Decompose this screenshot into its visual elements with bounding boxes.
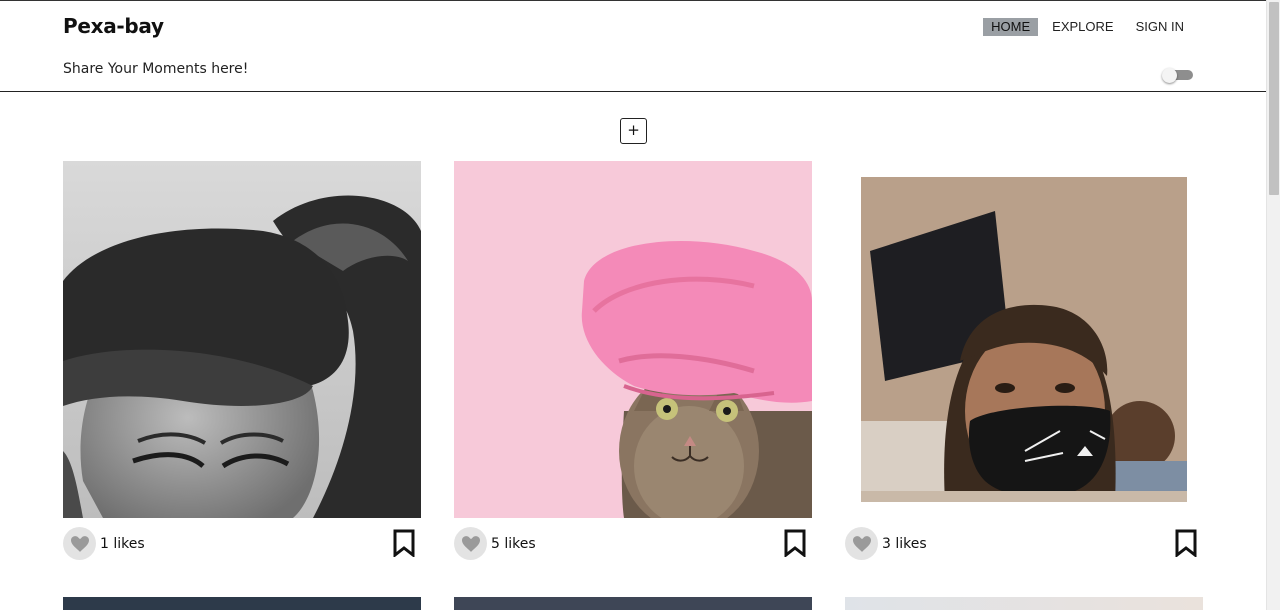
- bookmark-icon[interactable]: [784, 529, 806, 557]
- bookmark-icon[interactable]: [393, 529, 415, 557]
- like-button[interactable]: [63, 527, 96, 560]
- post-image-partial[interactable]: [63, 597, 421, 610]
- scrollbar-thumb[interactable]: [1269, 2, 1279, 195]
- nav-explore-link[interactable]: EXPLORE: [1044, 18, 1121, 36]
- brand-logo[interactable]: Pexa-bay: [63, 14, 164, 38]
- post-image-couple[interactable]: [63, 161, 421, 518]
- post-image-partial[interactable]: [845, 597, 1203, 610]
- like-count: 3 likes: [882, 536, 927, 552]
- like-count: 5 likes: [491, 536, 536, 552]
- site-header: Pexa-bay Share Your Moments here! HOME E…: [0, 0, 1266, 92]
- heart-icon: [70, 535, 89, 552]
- vertical-scrollbar[interactable]: [1266, 0, 1280, 610]
- like-button[interactable]: [845, 527, 878, 560]
- main-nav: HOME EXPLORE SIGN IN: [977, 18, 1192, 36]
- post-image-partial[interactable]: [454, 597, 812, 610]
- nav-home-link[interactable]: HOME: [983, 18, 1039, 36]
- bookmark-icon[interactable]: [1175, 529, 1197, 557]
- post-image-mask[interactable]: [845, 161, 1203, 518]
- post-actions: 3 likes: [845, 527, 1203, 561]
- add-post-button[interactable]: +: [620, 118, 647, 144]
- post-actions: 1 likes: [63, 527, 421, 561]
- nav-sign-in-link[interactable]: SIGN IN: [1128, 18, 1192, 36]
- heart-icon: [852, 535, 871, 552]
- photo-couple-graphic: [63, 161, 421, 518]
- like-count: 1 likes: [100, 536, 145, 552]
- toggle-knob: [1162, 68, 1177, 83]
- tagline: Share Your Moments here!: [63, 61, 249, 77]
- like-button[interactable]: [454, 527, 487, 560]
- photo-mask-graphic: [845, 161, 1203, 518]
- theme-toggle[interactable]: [1162, 68, 1194, 83]
- post-actions: 5 likes: [454, 527, 812, 561]
- photo-cat-graphic: [454, 161, 812, 518]
- post-image-cat[interactable]: [454, 161, 812, 518]
- heart-icon: [461, 535, 480, 552]
